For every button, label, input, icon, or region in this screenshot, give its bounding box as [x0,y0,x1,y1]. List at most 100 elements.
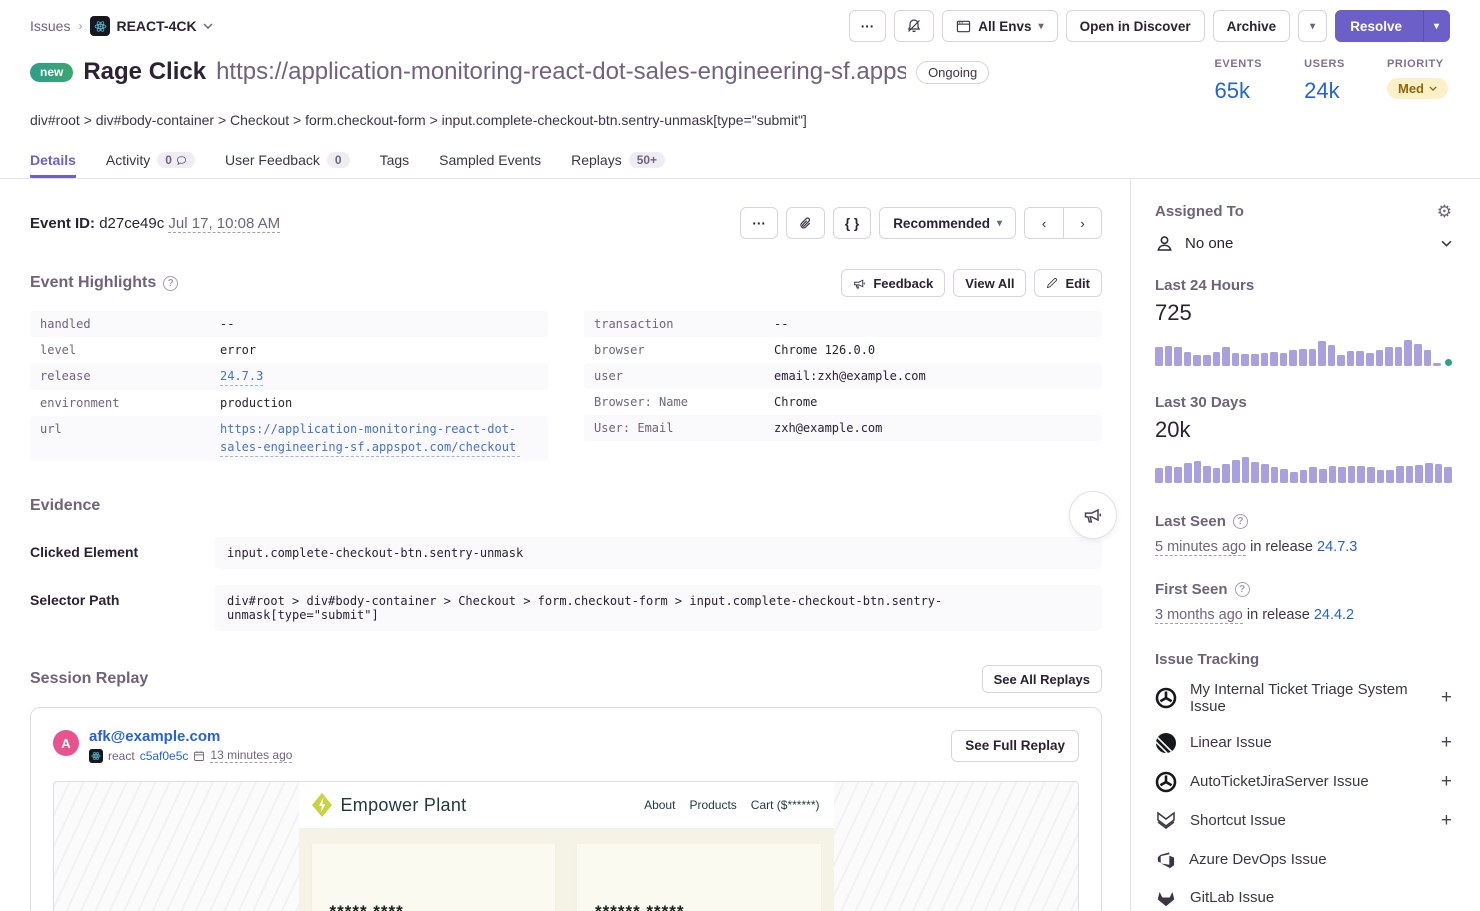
list-item[interactable]: AutoTicketJiraServer Issue + [1155,762,1452,801]
replay-id-link[interactable]: c5af0e5c [140,749,189,763]
site-nav-about[interactable]: About [644,798,675,812]
users-label: USERS [1304,58,1345,70]
megaphone-icon [853,277,866,290]
top-bar: Issues › REACT-4CK ··· All Envs ▾ Open i… [0,0,1480,42]
linear-icon [1155,732,1177,754]
breadcrumb-issues-link[interactable]: Issues [30,18,70,34]
replays-count-badge: 50+ [629,152,665,168]
add-issue-button[interactable]: + [1441,733,1452,752]
assignee-dropdown[interactable]: No one [1155,234,1452,253]
last-seen-release-link[interactable]: 24.7.3 [1317,539,1357,555]
replay-project-name: react [108,749,135,763]
tab-tags[interactable]: Tags [380,146,410,178]
list-item[interactable]: Linear Issue + [1155,723,1452,762]
calendar-icon [193,750,205,762]
list-item[interactable]: Shortcut Issue + [1155,801,1452,840]
first-seen-time[interactable]: 3 months ago [1155,607,1243,624]
selector-path-value: div#root > div#body-container > Checkout… [215,585,1102,631]
site-nav-products[interactable]: Products [689,798,736,812]
resolve-dropdown-button[interactable]: ▾ [1423,11,1449,41]
project-name: REACT-4CK [116,18,196,34]
list-item[interactable]: GitLab Issue [1155,878,1452,911]
events-label: EVENTS [1214,58,1262,70]
highlights-table-right: transaction-- browserChrome 126.0.0 user… [584,311,1102,461]
event-link-button[interactable] [786,207,825,239]
see-full-replay-button[interactable]: See Full Replay [951,730,1079,762]
list-item[interactable]: My Internal Ticket Triage System Issue + [1155,672,1452,723]
issue-tabs: Details Activity 0 User Feedback 0 Tags … [0,146,1480,179]
site-nav-cart[interactable]: Cart ($******) [751,798,820,812]
event-id-label: Event ID: [30,215,95,232]
replay-time-ago[interactable]: 13 minutes ago [210,748,292,763]
list-item[interactable]: Azure DevOps Issue [1155,840,1452,878]
help-icon[interactable]: ? [163,276,178,291]
issue-tracking-title: Issue Tracking [1155,651,1452,668]
masked-product-title: ***** **** [330,902,538,911]
event-id-line: Event ID: d27ce49c Jul 17, 10:08 AM [30,215,280,232]
feedback-button[interactable]: Feedback [841,269,945,297]
see-all-replays-button[interactable]: See All Replays [982,665,1102,693]
highlights-table-left: handled-- levelerror release24.7.3 envir… [30,311,548,461]
event-timestamp[interactable]: Jul 17, 10:08 AM [168,215,280,233]
mute-alerts-button[interactable] [894,10,934,42]
clicked-element-value: input.complete-checkout-btn.sentry-unmas… [215,537,1102,569]
previous-event-button[interactable]: ‹ [1025,208,1063,238]
tab-replays[interactable]: Replays 50+ [571,146,665,178]
activity-count-badge: 0 [157,152,195,168]
add-issue-button[interactable]: + [1441,811,1452,830]
resolve-label[interactable]: Resolve [1336,11,1416,41]
priority-label: PRIORITY [1387,58,1448,70]
event-more-button[interactable]: ··· [740,207,778,239]
tab-activity[interactable]: Activity 0 [106,146,195,178]
issue-stats: EVENTS 65k USERS 24k PRIORITY Med [1214,58,1450,104]
next-event-button[interactable]: › [1063,208,1101,238]
open-in-discover-button[interactable]: Open in Discover [1066,10,1205,42]
table-row: environmentproduction [30,390,548,416]
bell-slash-icon [906,18,922,34]
replay-card: A afk@example.com react c5af0e5c 13 minu… [30,707,1102,911]
site-nav: About Products Cart ($******) [644,798,819,812]
events-count-link[interactable]: 65k [1214,78,1262,104]
users-count-link[interactable]: 24k [1304,78,1345,104]
evidence-row: Clicked Element input.complete-checkout-… [30,537,1102,569]
comment-bubble-icon [176,155,187,166]
priority-dropdown[interactable]: Med [1387,78,1448,99]
table-row: browserChrome 126.0.0 [584,337,1102,363]
tab-details[interactable]: Details [30,146,76,178]
last-seen-time[interactable]: 5 minutes ago [1155,539,1246,556]
gitlab-icon [1155,887,1177,909]
archive-dropdown-button[interactable]: ▾ [1298,10,1327,42]
url-link[interactable]: https://application-monitoring-react-dot… [220,420,520,457]
help-icon[interactable]: ? [1233,514,1248,529]
resolve-button[interactable]: Resolve ▾ [1335,10,1450,42]
more-options-button[interactable]: ··· [849,10,887,42]
archive-button[interactable]: Archive [1213,10,1291,42]
first-seen-release-link[interactable]: 24.4.2 [1314,607,1354,623]
feedback-fab-button[interactable] [1069,491,1117,539]
add-issue-button[interactable]: + [1441,688,1452,707]
add-issue-button[interactable]: + [1441,772,1452,791]
sidebar: Assigned To ⚙ No one Last 24 Hours 725 L… [1130,179,1480,911]
evidence-title: Evidence [30,497,100,515]
table-row: Browser: NameChrome [584,389,1102,415]
event-json-button[interactable]: { } [833,207,871,239]
help-icon[interactable]: ? [1235,582,1250,597]
view-all-button[interactable]: View All [953,269,1026,297]
tab-sampled-events[interactable]: Sampled Events [439,146,541,178]
table-row: release24.7.3 [30,363,548,390]
gear-icon[interactable]: ⚙ [1437,203,1452,220]
last-seen-value: 5 minutes ago in release 24.7.3 [1155,539,1452,555]
issue-title: Rage Click [83,58,206,86]
environment-filter-button[interactable]: All Envs ▾ [942,10,1057,42]
release-link[interactable]: 24.7.3 [220,367,263,386]
tab-user-feedback[interactable]: User Feedback 0 [225,146,350,178]
edit-button[interactable]: Edit [1034,269,1102,297]
breadcrumb-separator-icon: › [78,19,82,33]
event-sort-dropdown[interactable]: Recommended ▾ [879,207,1016,239]
priority-value: Med [1398,81,1424,96]
empower-plant-logo-icon [311,792,333,818]
product-card: ***** **** *** **** **** *** ******* Add… [312,844,556,911]
project-selector[interactable]: REACT-4CK [90,16,212,36]
replay-user-link[interactable]: afk@example.com [89,728,292,745]
replay-preview[interactable]: Empower Plant About Products Cart ($****… [53,781,1079,911]
